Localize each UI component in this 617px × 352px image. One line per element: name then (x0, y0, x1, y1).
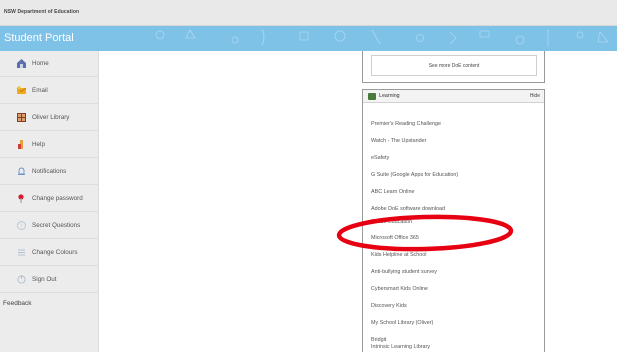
sidebar-item-help[interactable]: Help (0, 132, 99, 158)
sidebar-item-label: Change password (32, 195, 83, 202)
sidebar-item-oliver-library[interactable]: Oliver Library (0, 105, 99, 131)
sidebar: Home Email Oliver Library Help Notificat… (0, 51, 99, 352)
portal-title: Student Portal (4, 32, 74, 44)
help-icon (16, 139, 27, 150)
home-icon (16, 58, 27, 69)
sidebar-item-email[interactable]: Email (0, 78, 99, 104)
feedback-link[interactable]: Feedback (3, 300, 32, 307)
palette-icon (16, 247, 27, 258)
learning-link[interactable]: Adobe DoE software download (371, 206, 445, 212)
learning-link[interactable]: Kids Helpline at School (371, 252, 426, 258)
learning-link[interactable]: Adobe Education (371, 219, 412, 225)
top-bar: NSW Department of Education (0, 0, 617, 26)
sidebar-item-notifications[interactable]: Notifications (0, 159, 99, 185)
learning-link[interactable]: Cybersmart Kids Online (371, 286, 428, 292)
svg-text:?: ? (20, 223, 23, 229)
sidebar-item-label: Email (32, 87, 48, 94)
learning-link[interactable]: G Suite (Google Apps for Education) (371, 172, 458, 178)
sidebar-item-label: Secret Questions (32, 222, 81, 229)
learning-link[interactable]: Intrinsic Learning Library (371, 344, 430, 350)
sidebar-item-change-colours[interactable]: Change Colours (0, 240, 99, 266)
learning-link[interactable]: Anti-bullying student survey (371, 269, 437, 275)
library-icon (16, 112, 27, 123)
learning-icon (368, 93, 376, 100)
banner-decoration (155, 28, 609, 47)
learning-link[interactable]: Bridgit (371, 337, 386, 343)
learning-link[interactable]: eSafety (371, 155, 389, 161)
see-more-panel: See more DoE content (362, 51, 545, 83)
sidebar-item-label: Home (32, 60, 49, 67)
department-name: NSW Department of Education (4, 9, 80, 15)
portal-banner: Student Portal (0, 26, 617, 51)
sidebar-item-sign-out[interactable]: Sign Out (0, 267, 99, 293)
key-icon (16, 193, 27, 204)
sidebar-item-secret-questions[interactable]: ? Secret Questions (0, 213, 99, 239)
bell-icon (16, 166, 27, 177)
email-icon (16, 85, 27, 96)
sidebar-item-home[interactable]: Home (0, 51, 99, 77)
learning-link[interactable]: My School Library (Oliver) (371, 320, 433, 326)
hide-button[interactable]: Hide (530, 93, 540, 99)
learning-panel-title: Learning (379, 93, 400, 99)
sidebar-item-change-password[interactable]: Change password (0, 186, 99, 212)
learning-link[interactable]: Premier's Reading Challenge (371, 121, 441, 127)
learning-link[interactable]: ABC Learn Online (371, 189, 414, 195)
learning-link[interactable]: Watch - The Upstander (371, 138, 426, 144)
question-icon: ? (16, 220, 27, 231)
learning-panel: Learning Hide Premier's Reading Challeng… (362, 89, 545, 352)
learning-panel-header: Learning Hide (363, 90, 544, 103)
sidebar-item-label: Sign Out (32, 276, 57, 283)
learning-link[interactable]: Microsoft Office 365 (371, 235, 419, 241)
sidebar-item-label: Change Colours (32, 249, 78, 256)
see-more-button[interactable]: See more DoE content (371, 55, 537, 76)
sidebar-item-label: Oliver Library (32, 114, 70, 121)
sidebar-item-label: Notifications (32, 168, 67, 175)
sidebar-item-label: Help (32, 141, 45, 148)
learning-link[interactable]: Discovery Kids (371, 303, 407, 309)
sign-out-icon (16, 274, 27, 285)
